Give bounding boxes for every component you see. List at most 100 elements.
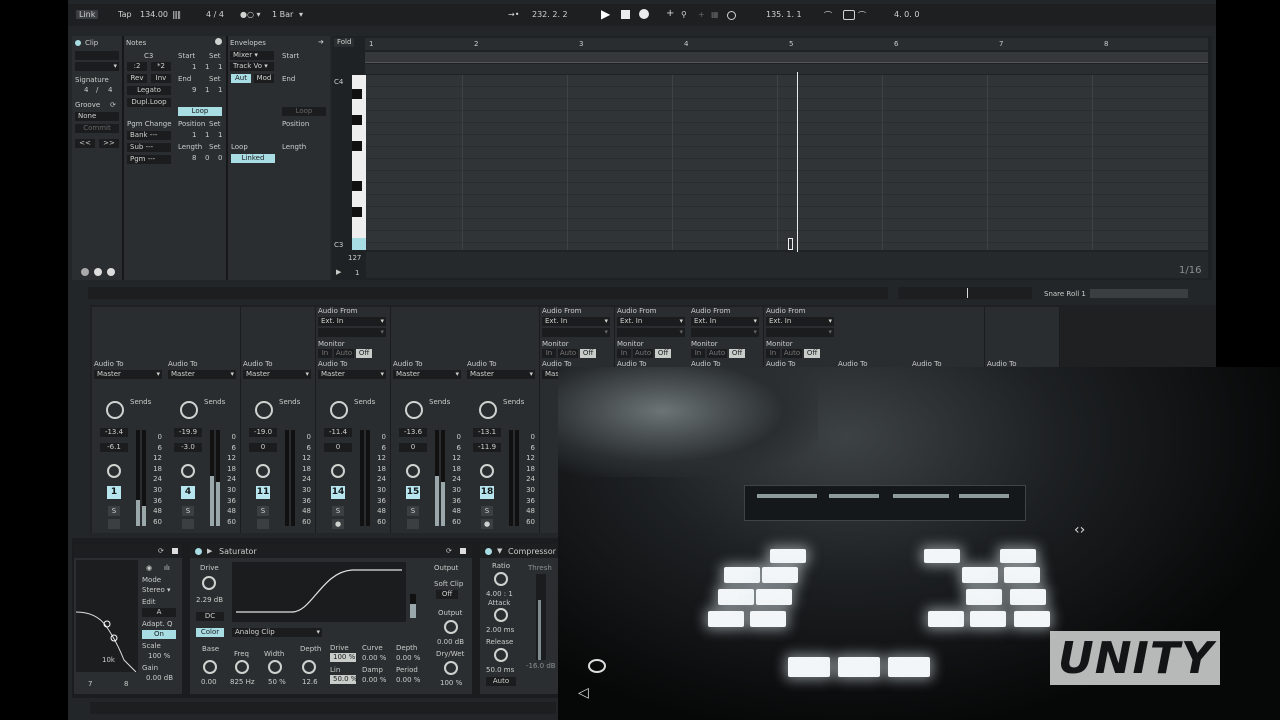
monitor-auto-button[interactable]: Auto [707, 349, 727, 358]
saturator-fold-icon[interactable]: ▶ [207, 547, 212, 555]
sat-depth-knob[interactable] [302, 660, 316, 674]
signature-denominator[interactable]: 4 [108, 86, 112, 94]
track-volume-field[interactable]: -19.0 [249, 428, 277, 437]
black-key[interactable] [352, 115, 362, 125]
solo-button[interactable]: S [257, 506, 269, 516]
audio-to-menu[interactable]: Master ▾ [168, 370, 236, 379]
track-volume-field[interactable]: -19.9 [174, 428, 202, 437]
start-bar[interactable]: 1 [192, 63, 196, 71]
launch-settings-icon[interactable] [94, 268, 102, 276]
sat-depth-value[interactable]: 12.6 [302, 678, 318, 686]
track-pan-field[interactable]: 0 [249, 443, 277, 452]
velocity-lane[interactable] [366, 252, 1208, 278]
length-sixteenths[interactable]: 0 [218, 154, 222, 162]
sat-drywet-knob[interactable] [444, 661, 458, 675]
nudge-forward-icon[interactable]: >> [99, 139, 119, 148]
quantize-menu[interactable]: 1 Bar [272, 10, 293, 19]
reenable-automation-icon[interactable]: + [698, 10, 705, 19]
double-button[interactable]: *2 [151, 62, 171, 71]
monitor-off-button[interactable]: Off [356, 349, 372, 358]
track-volume-field[interactable]: -13.4 [100, 428, 128, 437]
black-key[interactable] [352, 89, 362, 99]
track-pan-field[interactable]: -11.9 [473, 443, 501, 452]
position-set-button[interactable]: Set [209, 120, 221, 128]
eq-band-count-a[interactable]: 7 [88, 680, 92, 688]
pan-knob[interactable] [331, 464, 345, 478]
track-volume-field[interactable]: -11.4 [324, 428, 352, 437]
start-sixteenth[interactable]: 1 [218, 63, 222, 71]
monitor-off-button[interactable]: Off [655, 349, 671, 358]
track-activator-button[interactable]: 14 [331, 486, 345, 499]
eq-gain-value[interactable]: 0.00 dB [146, 674, 173, 682]
arm-button[interactable] [108, 519, 120, 529]
monitor-off-button[interactable]: Off [804, 349, 820, 358]
sat-color-button[interactable]: Color [196, 628, 224, 637]
ws-damp-value[interactable]: 0.00 % [362, 676, 386, 684]
punch-out-icon[interactable]: ⌒ [858, 10, 866, 21]
ratio-value[interactable]: 4.00 : 1 [486, 590, 513, 598]
monitor-auto-button[interactable]: Auto [334, 349, 354, 358]
half-button[interactable]: :2 [127, 62, 147, 71]
length-beats[interactable]: 0 [205, 154, 209, 162]
monitor-in-button[interactable]: In [766, 349, 780, 358]
pan-knob[interactable] [480, 464, 494, 478]
punch-in-icon[interactable]: ⌒ [824, 10, 832, 21]
notes-fold-icon[interactable] [215, 38, 222, 45]
ws-drive-value[interactable]: 100 % [330, 653, 356, 662]
saturator-save-icon[interactable] [460, 548, 466, 554]
track-activator-button[interactable]: 1 [107, 486, 121, 499]
metronome-bars-icon[interactable]: |||‖ [172, 10, 181, 19]
ws-period-value[interactable]: 0.00 % [396, 676, 420, 684]
track-activator-button[interactable]: 18 [480, 486, 494, 499]
monitor-auto-button[interactable]: Auto [782, 349, 802, 358]
sat-drive-value[interactable]: 2.29 dB [196, 596, 223, 604]
eq-edit-a-button[interactable]: A [142, 608, 176, 617]
stop-icon[interactable] [621, 10, 630, 19]
monitor-off-button[interactable]: Off [729, 349, 745, 358]
input-channel-menu[interactable]: ▾ [542, 328, 610, 337]
end-beat[interactable]: 1 [205, 86, 209, 94]
sat-freq-value[interactable]: 825 Hz [230, 678, 255, 686]
eq-band-select-icon[interactable]: ılı [164, 564, 170, 572]
end-sixteenth[interactable]: 1 [218, 86, 222, 94]
release-auto-button[interactable]: Auto [486, 677, 516, 686]
loop-length-field[interactable]: 4. 0. 0 [894, 10, 919, 19]
send-a-knob[interactable] [255, 401, 273, 419]
audio-from-menu[interactable]: Ext. In ▾ [318, 317, 386, 326]
sat-output-knob[interactable] [444, 620, 458, 634]
threshold-meter[interactable] [536, 574, 546, 660]
clip-fold-icon[interactable] [81, 268, 89, 276]
monitor-in-button[interactable]: In [318, 349, 332, 358]
audio-to-menu[interactable]: Master ▾ [467, 370, 535, 379]
loop-button[interactable]: Loop [178, 107, 222, 116]
program-field[interactable]: Pgm --- [127, 155, 171, 164]
record-icon[interactable] [639, 9, 649, 19]
eq-scale-value[interactable]: 100 % [148, 652, 170, 660]
tempo-field[interactable]: 134.00 [140, 10, 168, 19]
session-record-icon[interactable] [727, 11, 736, 20]
audio-from-menu[interactable]: Ext. In ▾ [766, 317, 834, 326]
grid-indicator[interactable]: 1/16 [1179, 265, 1201, 276]
sat-output-value[interactable]: 0.00 dB [437, 638, 464, 646]
end-bar[interactable]: 9 [192, 86, 196, 94]
attack-value[interactable]: 2.00 ms [486, 626, 514, 634]
arm-button[interactable] [407, 519, 419, 529]
release-value[interactable]: 50.0 ms [486, 666, 514, 674]
track-activator-button[interactable]: 15 [406, 486, 420, 499]
monitor-in-button[interactable]: In [691, 349, 705, 358]
scrub-area[interactable] [365, 64, 1208, 74]
adapt-q-toggle[interactable]: On [142, 630, 176, 639]
loop-switch-icon[interactable] [843, 10, 855, 20]
arm-button[interactable]: ● [481, 519, 493, 529]
note-grid[interactable] [366, 75, 1208, 250]
track-pan-field[interactable]: -3.0 [174, 443, 202, 452]
sat-base-value[interactable]: 0.00 [201, 678, 217, 686]
invert-button[interactable]: Inv [151, 74, 171, 83]
groove-menu[interactable]: None [75, 112, 119, 121]
pan-knob[interactable] [181, 464, 195, 478]
audio-from-menu[interactable]: Ext. In ▾ [542, 317, 610, 326]
ratio-knob[interactable] [494, 572, 508, 586]
eq-display[interactable]: 10k [75, 560, 138, 673]
follow-icon[interactable]: →• [508, 10, 519, 19]
solo-button[interactable]: S [332, 506, 344, 516]
